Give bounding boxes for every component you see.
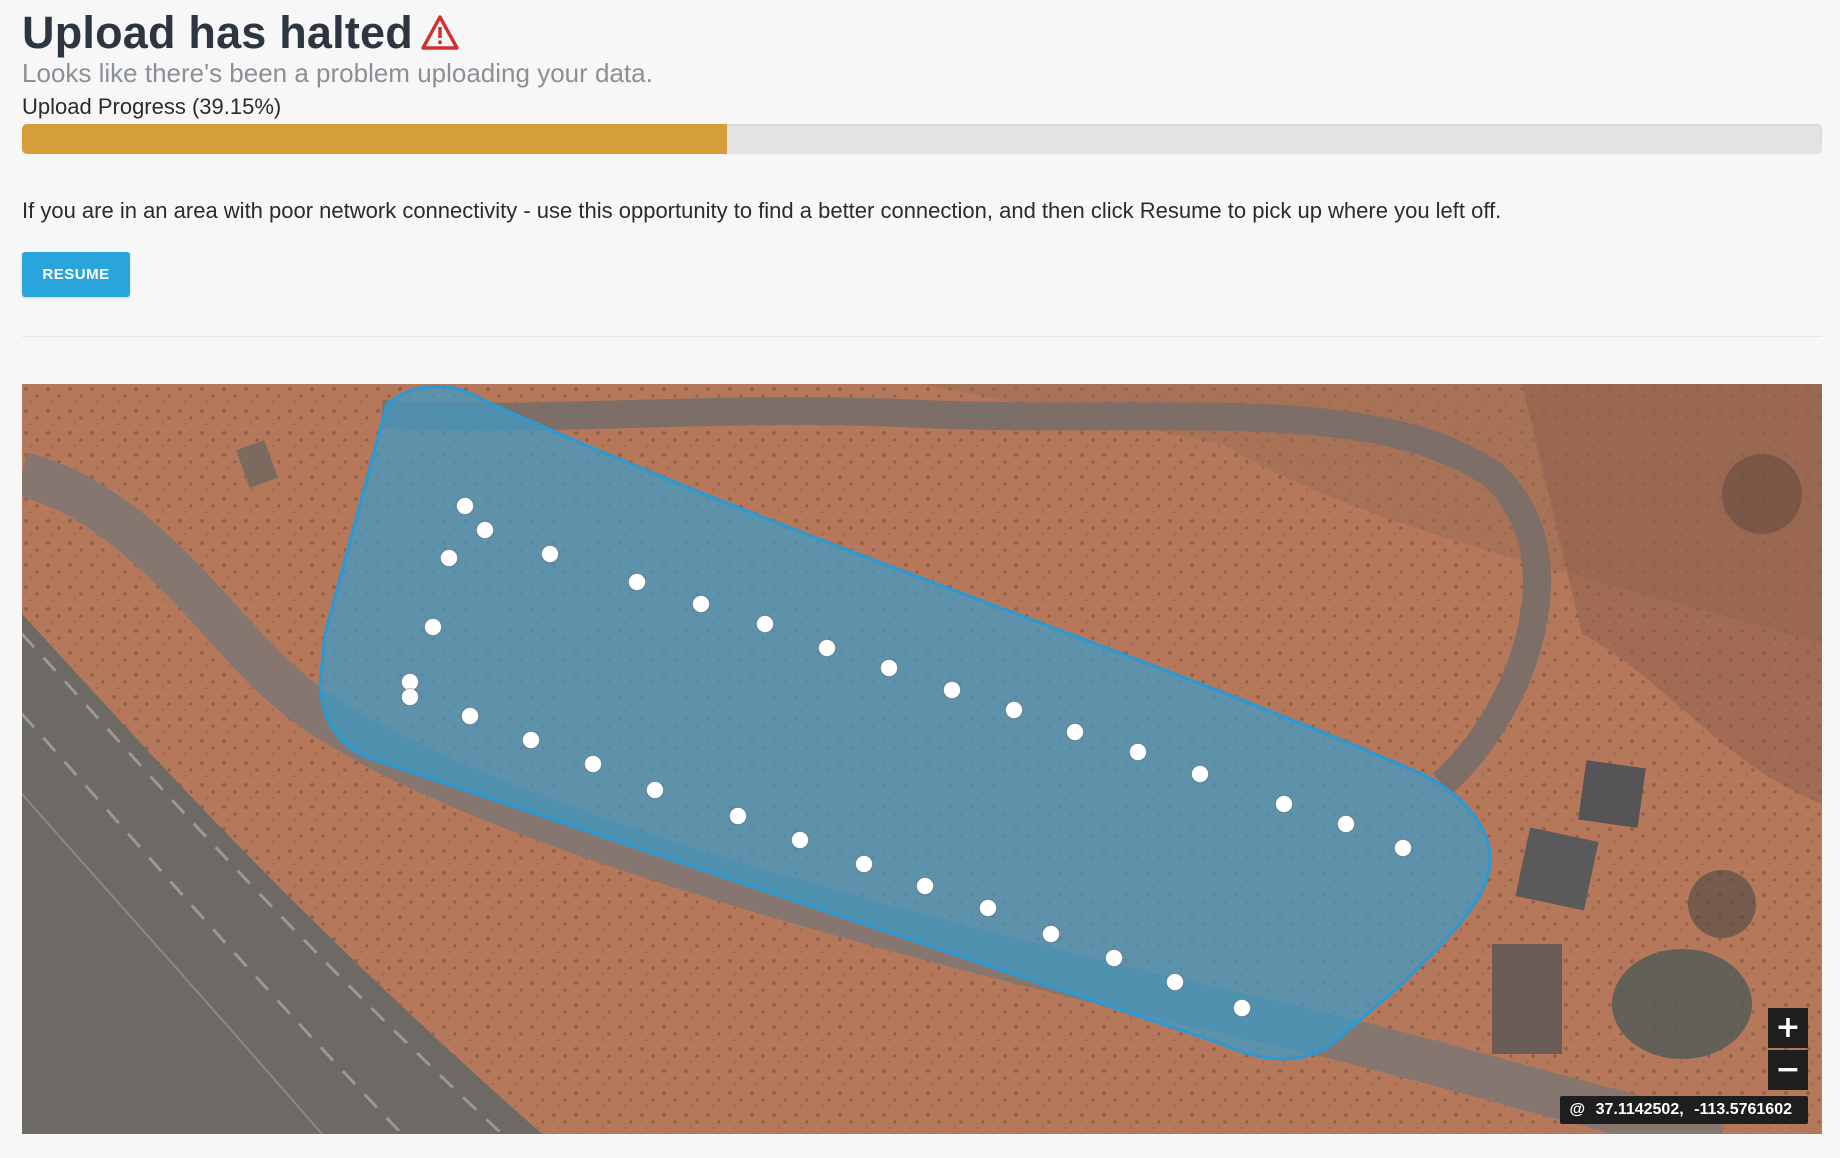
survey-point-marker[interactable] xyxy=(456,497,474,515)
survey-point-marker[interactable] xyxy=(1166,973,1184,991)
survey-point-marker[interactable] xyxy=(916,877,934,895)
survey-point-marker[interactable] xyxy=(461,707,479,725)
survey-point-marker[interactable] xyxy=(401,673,419,691)
title-row: Upload has halted xyxy=(22,2,1822,64)
survey-point-marker[interactable] xyxy=(880,659,898,677)
survey-point-marker[interactable] xyxy=(1275,795,1293,813)
coordinate-readout: @ 37.1142502, -113.5761602 xyxy=(1559,1096,1808,1124)
survey-point-marker[interactable] xyxy=(628,573,646,591)
upload-progress-bar xyxy=(22,124,1822,154)
upload-progress-label: Upload Progress (39.15%) xyxy=(22,94,282,119)
survey-point-marker[interactable] xyxy=(541,545,559,563)
zoom-control: + − xyxy=(1768,1008,1808,1090)
zoom-in-button[interactable]: + xyxy=(1768,1008,1808,1048)
survey-point-marker[interactable] xyxy=(1191,765,1209,783)
survey-point-marker[interactable] xyxy=(424,618,442,636)
survey-point-marker[interactable] xyxy=(584,755,602,773)
section-divider xyxy=(22,336,1822,337)
resume-button[interactable]: RESUME xyxy=(22,252,130,297)
survey-point-marker[interactable] xyxy=(855,855,873,873)
connectivity-message: If you are in an area with poor network … xyxy=(22,198,1502,223)
survey-point-marker[interactable] xyxy=(979,899,997,917)
survey-point-marker[interactable] xyxy=(1005,701,1023,719)
survey-point-marker[interactable] xyxy=(729,807,747,825)
longitude-value: -113.5761602 xyxy=(1694,1101,1792,1118)
survey-point-marker[interactable] xyxy=(1066,723,1084,741)
survey-point-marker[interactable] xyxy=(401,688,419,706)
zoom-out-button[interactable]: − xyxy=(1768,1050,1808,1090)
survey-point-marker[interactable] xyxy=(943,681,961,699)
survey-point-marker[interactable] xyxy=(522,731,540,749)
latitude-value: 37.1142502, xyxy=(1595,1101,1684,1118)
survey-point-marker[interactable] xyxy=(1233,999,1251,1017)
survey-point-marker[interactable] xyxy=(1394,839,1412,857)
survey-point-marker[interactable] xyxy=(791,831,809,849)
survey-point-marker[interactable] xyxy=(1129,743,1147,761)
warning-triangle-icon xyxy=(421,14,459,52)
upload-progress-fill xyxy=(22,124,727,154)
survey-points-layer xyxy=(401,497,1412,1017)
survey-point-marker[interactable] xyxy=(1105,949,1123,967)
page-subtitle: Looks like there's been a problem upload… xyxy=(22,58,653,88)
survey-point-marker[interactable] xyxy=(1337,815,1355,833)
at-symbol: @ xyxy=(1569,1101,1586,1118)
survey-point-marker[interactable] xyxy=(646,781,664,799)
survey-point-marker[interactable] xyxy=(440,549,458,567)
page-title: Upload has halted xyxy=(22,7,413,58)
survey-point-marker[interactable] xyxy=(1042,925,1060,943)
survey-point-marker[interactable] xyxy=(756,615,774,633)
upload-status-panel: Upload has halted Looks like there's bee… xyxy=(22,0,1822,1134)
map-view[interactable]: + − @ 37.1142502, -113.5761602 xyxy=(22,384,1822,1134)
survey-point-marker[interactable] xyxy=(692,595,710,613)
survey-point-marker[interactable] xyxy=(476,521,494,539)
survey-point-marker[interactable] xyxy=(818,639,836,657)
